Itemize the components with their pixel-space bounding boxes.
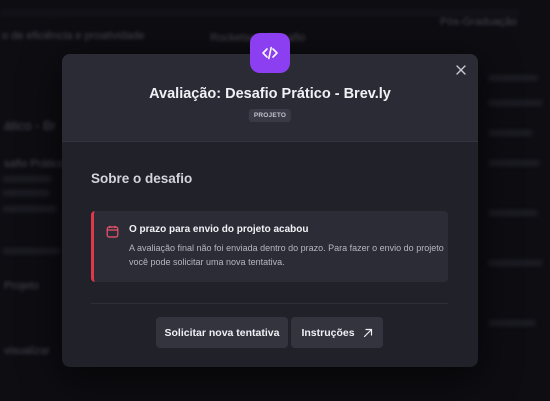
type-tag: PROJETO — [248, 109, 292, 122]
background-line — [2, 248, 60, 254]
close-icon[interactable] — [454, 63, 468, 77]
request-new-attempt-button[interactable]: Solicitar nova tentativa — [156, 317, 288, 348]
background-text: safio Prático — [4, 158, 65, 170]
arrow-up-right-icon — [363, 328, 373, 338]
code-icon — [250, 33, 290, 73]
instructions-button[interactable]: Instruções — [291, 317, 383, 348]
background-line — [488, 260, 543, 266]
alert-title: O prazo para envio do projeto acabou — [129, 224, 309, 235]
background-line — [488, 130, 533, 136]
background-line — [488, 320, 536, 326]
background-line — [488, 100, 543, 106]
background-line — [488, 75, 538, 81]
background-text: Pós-Graduação — [440, 16, 518, 28]
background-line — [2, 206, 57, 212]
background-line — [2, 176, 52, 182]
background-text: o de eficiência e proatividade — [2, 30, 145, 42]
background-line — [488, 160, 540, 166]
challenge-modal: Avaliação: Desafio Prático - Brev.ly PRO… — [62, 33, 478, 367]
background-line — [2, 190, 50, 196]
modal-title: Avaliação: Desafio Prático - Brev.ly — [149, 86, 391, 102]
background-text: ático - Br — [4, 118, 57, 133]
section-title: Sobre o desafio — [91, 171, 193, 186]
background-line — [0, 10, 520, 16]
alert-message: A avaliação final não foi enviada dentro… — [129, 243, 444, 267]
deadline-alert: O prazo para envio do projeto acabou A a… — [91, 211, 448, 282]
button-label: Solicitar nova tentativa — [164, 326, 280, 339]
button-label: Instruções — [301, 326, 355, 339]
divider — [91, 303, 448, 304]
background-text: visualizar — [4, 345, 50, 357]
background-text: Projeto — [4, 280, 39, 292]
background-line — [488, 210, 538, 216]
calendar-icon — [106, 225, 119, 238]
